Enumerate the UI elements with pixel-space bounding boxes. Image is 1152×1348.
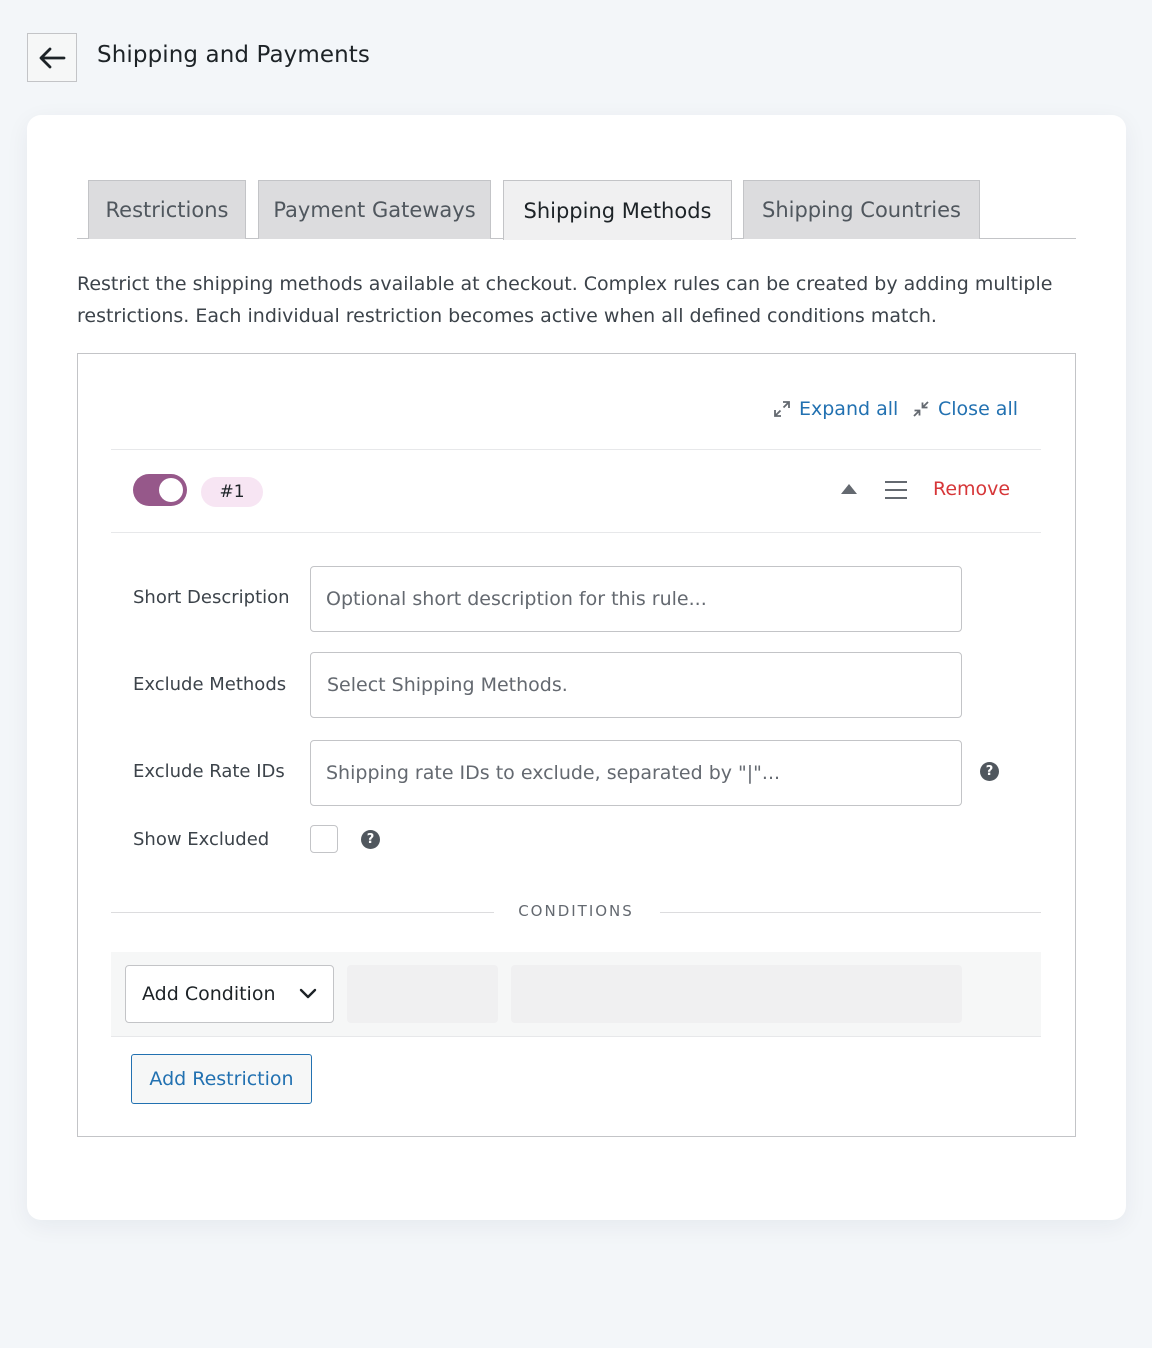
tab-payment-gateways[interactable]: Payment Gateways xyxy=(258,180,491,239)
divider xyxy=(111,532,1041,533)
close-all-link[interactable]: Close all xyxy=(912,398,1018,420)
tab-restrictions[interactable]: Restrictions xyxy=(88,180,246,239)
divider xyxy=(111,449,1041,450)
show-excluded-label: Show Excluded xyxy=(133,829,270,850)
condition-value-placeholder xyxy=(511,965,962,1023)
expand-all-label: Expand all xyxy=(799,398,899,420)
conditions-heading: CONDITIONS xyxy=(518,902,634,920)
help-icon[interactable]: ? xyxy=(361,830,380,849)
arrow-left-icon xyxy=(39,47,66,68)
exclude-methods-label: Exclude Methods xyxy=(133,674,287,695)
remove-restriction-link[interactable]: Remove xyxy=(933,478,1010,500)
short-description-label: Short Description xyxy=(133,587,290,608)
settings-card: Restrictions Payment Gateways Shipping M… xyxy=(27,115,1126,1220)
drag-handle-icon[interactable] xyxy=(885,480,907,500)
collapse-icon xyxy=(913,401,929,417)
tab-shipping-methods[interactable]: Shipping Methods xyxy=(503,180,732,240)
restrictions-panel: Expand all Close all #1 Remove Short Des… xyxy=(77,353,1076,1137)
restriction-number-badge: #1 xyxy=(201,477,263,507)
help-icon[interactable]: ? xyxy=(980,762,999,781)
condition-modifier-placeholder xyxy=(347,965,498,1023)
collapse-caret-icon[interactable] xyxy=(841,484,857,494)
toggle-knob xyxy=(159,478,183,502)
restriction-enabled-toggle[interactable] xyxy=(133,474,187,506)
exclude-methods-placeholder: Select Shipping Methods. xyxy=(327,674,568,696)
add-condition-label: Add Condition xyxy=(142,983,276,1005)
top-bar: Shipping and Payments xyxy=(0,0,1152,115)
condition-row: Add Condition xyxy=(111,952,1041,1037)
add-condition-select[interactable]: Add Condition xyxy=(125,965,334,1023)
tab-shipping-countries[interactable]: Shipping Countries xyxy=(743,180,980,239)
back-button[interactable] xyxy=(27,33,77,82)
exclude-rate-ids-label: Exclude Rate IDs xyxy=(133,761,285,782)
tab-bar: Restrictions Payment Gateways Shipping M… xyxy=(77,180,1076,240)
show-excluded-checkbox[interactable] xyxy=(310,825,338,853)
close-all-label: Close all xyxy=(938,398,1018,420)
expand-all-link[interactable]: Expand all xyxy=(773,398,898,420)
exclude-rate-ids-input[interactable] xyxy=(310,740,962,806)
expand-icon xyxy=(774,401,790,417)
chevron-down-icon xyxy=(299,988,317,999)
exclude-methods-select[interactable]: Select Shipping Methods. xyxy=(310,652,962,718)
page-title: Shipping and Payments xyxy=(97,42,371,68)
add-restriction-button[interactable]: Add Restriction xyxy=(131,1054,312,1104)
section-description: Restrict the shipping methods available … xyxy=(77,273,1053,327)
short-description-input[interactable] xyxy=(310,566,962,632)
